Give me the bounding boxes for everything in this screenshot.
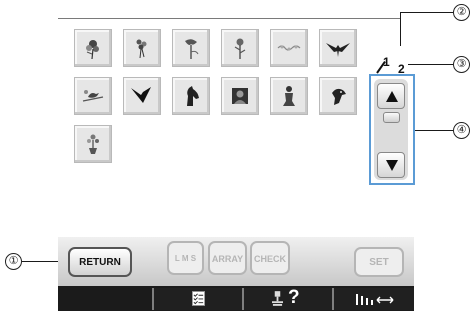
pattern-tile-parrot[interactable] bbox=[319, 77, 357, 115]
portrait-square-icon bbox=[232, 88, 248, 104]
return-button[interactable]: RETURN bbox=[68, 247, 132, 277]
top-divider bbox=[58, 18, 400, 19]
callout-3-line bbox=[408, 64, 453, 65]
thread-spacing-icon bbox=[356, 294, 394, 305]
array-button[interactable]: ARRAY bbox=[208, 241, 247, 275]
checklist-button[interactable] bbox=[152, 288, 242, 310]
pattern-tile-flower-pot[interactable] bbox=[74, 125, 112, 163]
checklist-icon bbox=[192, 291, 205, 306]
pattern-tile-orchid[interactable] bbox=[172, 29, 210, 67]
flower-pot-icon bbox=[87, 134, 99, 154]
triangle-down-icon bbox=[386, 160, 398, 171]
floral-border-icon bbox=[277, 45, 301, 51]
thread-spacing-button[interactable] bbox=[332, 288, 414, 310]
scrollbar-thumb[interactable] bbox=[383, 112, 400, 123]
scroll-up-button[interactable] bbox=[377, 83, 405, 109]
pattern-tile-flower-stem[interactable] bbox=[221, 29, 259, 67]
pattern-tile-bouquet[interactable] bbox=[123, 29, 161, 67]
callout-2-line-v bbox=[400, 12, 401, 46]
flying-eagle-icon bbox=[131, 87, 151, 103]
eagle-icon bbox=[326, 43, 350, 57]
pattern-tile-floral-border[interactable] bbox=[270, 29, 308, 67]
check-button[interactable]: CHECK bbox=[250, 241, 290, 275]
callout-1: ① bbox=[5, 253, 22, 270]
callout-2-line-h bbox=[400, 12, 453, 13]
callout-2: ② bbox=[453, 4, 470, 21]
bird-on-branch-icon bbox=[82, 90, 104, 102]
machine-help-icon bbox=[272, 291, 283, 306]
set-button[interactable]: SET bbox=[354, 247, 404, 277]
pattern-tile-rose[interactable] bbox=[74, 29, 112, 67]
callout-4: ④ bbox=[453, 122, 470, 139]
pattern-tile-bird-on-branch[interactable] bbox=[74, 77, 112, 115]
flower-stem-icon bbox=[234, 38, 246, 59]
figure-icon bbox=[283, 86, 295, 106]
pattern-tile-horse-head[interactable] bbox=[172, 77, 210, 115]
orchid-icon bbox=[185, 39, 199, 59]
callout-4-line bbox=[415, 130, 453, 131]
pattern-tile-figure[interactable] bbox=[270, 77, 308, 115]
lms-button[interactable]: L M S bbox=[167, 241, 204, 275]
pattern-tile-flying-eagle[interactable] bbox=[123, 77, 161, 115]
machine-help-button[interactable]: ? bbox=[242, 287, 332, 310]
rose-icon bbox=[86, 40, 99, 60]
parrot-icon bbox=[332, 88, 346, 105]
triangle-up-icon bbox=[386, 91, 398, 102]
horse-head-icon bbox=[187, 86, 199, 106]
pattern-tile-eagle[interactable] bbox=[319, 29, 357, 67]
pattern-tile-portrait-square[interactable] bbox=[221, 77, 259, 115]
callout-3: ③ bbox=[453, 56, 470, 73]
bouquet-icon bbox=[136, 39, 147, 59]
help-question-mark: ? bbox=[288, 287, 300, 308]
scroll-down-button[interactable] bbox=[377, 152, 405, 178]
